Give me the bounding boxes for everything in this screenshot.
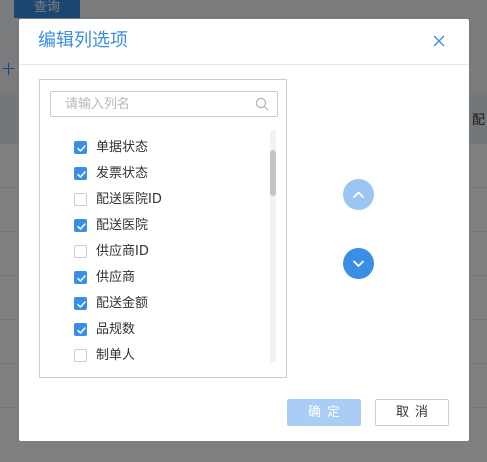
column-label: 配送金额 — [96, 296, 149, 311]
column-label: 品规数 — [96, 322, 136, 337]
column-label: 制单人 — [96, 348, 136, 363]
move-down-button[interactable] — [343, 248, 374, 279]
close-icon — [433, 35, 445, 47]
dialog-header: 编辑列选项 — [19, 19, 469, 65]
scrollbar-thumb[interactable] — [270, 150, 276, 196]
check-icon — [77, 223, 86, 230]
dialog-title: 编辑列选项 — [38, 30, 128, 51]
search-box — [50, 91, 278, 117]
check-icon — [77, 327, 86, 334]
column-label: 配送医院ID — [96, 192, 162, 207]
column-checkbox[interactable] — [74, 141, 87, 154]
column-checkbox[interactable] — [74, 349, 87, 362]
column-list: 单据状态发票状态配送医院ID 配送医院供应商ID 供应商配送金额品规数制单人 — [74, 136, 264, 370]
check-icon — [77, 145, 86, 152]
column-option[interactable]: 配送医院 — [74, 214, 264, 240]
move-up-button[interactable] — [343, 179, 374, 210]
check-icon — [77, 301, 86, 308]
check-icon — [77, 171, 86, 178]
column-option[interactable]: 配送医院ID — [74, 188, 264, 214]
chevron-up-icon — [353, 191, 364, 198]
column-option[interactable]: 发票状态 — [74, 162, 264, 188]
check-icon — [77, 275, 86, 282]
column-checkbox[interactable] — [74, 323, 87, 336]
search-input[interactable] — [51, 92, 265, 116]
column-checkbox[interactable] — [74, 271, 87, 284]
close-button[interactable] — [429, 31, 449, 51]
column-option[interactable]: 供应商 — [74, 266, 264, 292]
column-option[interactable]: 品规数 — [74, 318, 264, 344]
column-label: 配送医院 — [96, 218, 149, 233]
column-label: 供应商 — [96, 270, 136, 285]
column-checkbox[interactable] — [74, 297, 87, 310]
scrollbar-track[interactable] — [270, 130, 276, 363]
edit-columns-dialog: 编辑列选项 单据状态发票状态配送医院ID 配送医院供应商ID 供应商配送金额品规数制… — [19, 19, 469, 441]
column-checkbox[interactable] — [74, 193, 87, 206]
column-option[interactable]: 供应商ID — [74, 240, 264, 266]
column-label: 供应商ID — [96, 244, 149, 259]
column-label: 发票状态 — [96, 166, 149, 181]
search-icon[interactable] — [255, 97, 269, 111]
column-checkbox[interactable] — [74, 245, 87, 258]
chevron-down-icon — [353, 260, 364, 267]
column-option[interactable]: 单据状态 — [74, 136, 264, 162]
column-list-panel: 单据状态发票状态配送医院ID 配送医院供应商ID 供应商配送金额品规数制单人 — [39, 79, 287, 378]
column-checkbox[interactable] — [74, 167, 87, 180]
column-option[interactable]: 制单人 — [74, 344, 264, 370]
column-option[interactable]: 配送金额 — [74, 292, 264, 318]
column-checkbox[interactable] — [74, 219, 87, 232]
column-label: 单据状态 — [96, 140, 149, 155]
cancel-button[interactable]: 取消 — [375, 399, 449, 426]
confirm-button[interactable]: 确定 — [287, 399, 361, 426]
